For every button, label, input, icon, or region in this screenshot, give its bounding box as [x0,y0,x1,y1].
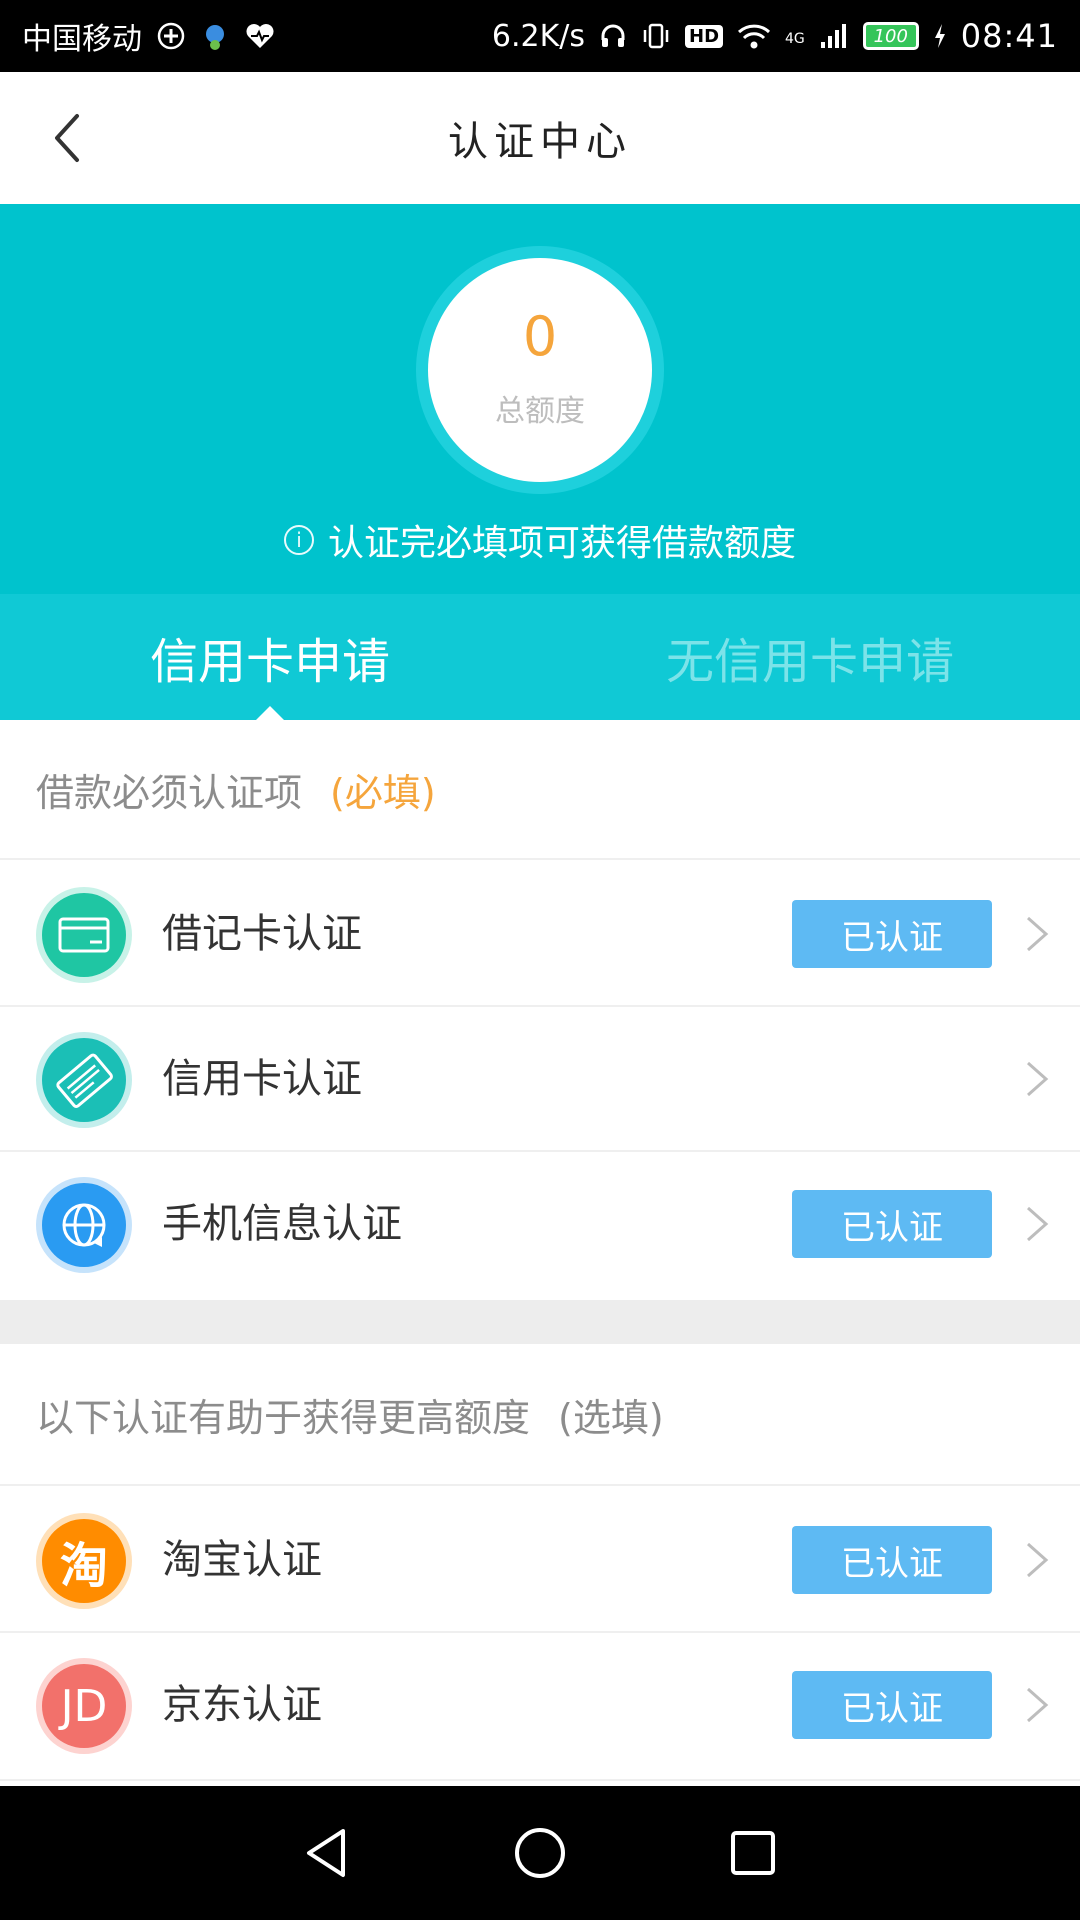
quota-label: 总额度 [495,394,585,429]
jd-icon: JD [36,1658,132,1754]
tab-credit-card-application[interactable]: 信用卡申请 [0,594,540,720]
active-tab-indicator [256,706,284,720]
taobao-icon: 淘 [36,1513,132,1609]
list-item-label: 手机信息认证 [162,1201,402,1247]
quota-hint-text: 认证完必填项可获得借款额度 [327,523,796,564]
chevron-right-icon [1027,1061,1049,1097]
assistant-notification-icon [200,21,230,51]
quota-circle-inner: 0 总额度 [428,258,652,482]
wifi-icon [737,22,771,50]
back-button[interactable] [36,108,96,168]
app-notification-icon [156,21,186,51]
verified-badge: 已认证 [792,1526,992,1594]
list-item-label: 借记卡认证 [162,911,362,957]
chevron-right-icon [1027,1542,1049,1578]
app-header: 认证中心 [0,72,1080,204]
list-item-debit-card-verification[interactable]: 借记卡认证 已认证 [0,862,1080,1007]
hd-badge: HD [685,24,724,48]
chevron-right-icon [1027,916,1049,952]
list-item-label: 京东认证 [162,1682,322,1728]
section-title: 借款必须认证项 [36,770,303,815]
section-divider [0,1300,1080,1344]
credit-card-icon [36,1032,132,1128]
nav-home-button[interactable] [504,1817,576,1889]
health-heart-icon [244,21,276,51]
list-item-label: 信用卡认证 [162,1056,362,1102]
quota-circle: 0 总额度 [416,246,664,494]
clock: 08:41 [960,17,1058,55]
required-section-header: 借款必须认证项 (必填) [0,720,1080,860]
tab-label: 信用卡申请 [149,634,390,690]
required-tag: (必填) [330,770,436,815]
verified-badge: 已认证 [792,1671,992,1739]
list-item-taobao-verification[interactable]: 淘 淘宝认证 已认证 [0,1488,1080,1633]
quota-banner: 0 总额度 i 认证完必填项可获得借款额度 [0,204,1080,594]
debit-card-icon [36,887,132,983]
tab-bar: 信用卡申请 无信用卡申请 [0,594,1080,720]
back-arrow-icon [55,114,79,162]
battery-indicator: 100 [862,22,919,50]
section-title: 以下认证有助于获得更高额度 [36,1395,531,1440]
carrier-name: 中国移动 [22,22,142,57]
nav-back-button[interactable] [291,1817,363,1889]
charging-icon [933,22,947,50]
tab-label: 无信用卡申请 [665,634,954,690]
jd-icon-glyph: JD [60,1680,108,1732]
status-bar-left: 中国移动 [22,14,276,58]
status-bar-right: 6.2K/s HD 4G 100 08:41 [492,17,1058,55]
signal-icon [819,22,849,50]
optional-tag: (选填) [558,1395,664,1440]
circle-home-icon [514,1828,565,1878]
system-navigation-bar [0,1786,1080,1920]
tab-no-credit-card-application[interactable]: 无信用卡申请 [540,594,1080,720]
taobao-icon-glyph: 淘 [59,1538,108,1594]
network-type: 4G [785,31,805,47]
verified-badge: 已认证 [792,900,992,968]
phone-globe-icon [36,1177,132,1273]
info-icon: i [283,525,314,555]
chevron-right-icon [1027,1206,1049,1242]
quota-value: 0 [522,305,558,368]
verified-badge: 已认证 [792,1190,992,1258]
page-title: 认证中心 [448,119,632,165]
headset-icon [599,22,627,50]
optional-section-header: 以下认证有助于获得更高额度 (选填) [0,1344,1080,1486]
network-speed: 6.2K/s [491,18,585,54]
vibrate-icon [641,21,671,51]
list-item-label: 淘宝认证 [162,1537,322,1583]
status-bar: 中国移动 6.2K/s HD 4G 100 08:41 [0,0,1080,72]
list-item-phone-info-verification[interactable]: 手机信息认证 已认证 [0,1152,1080,1300]
quota-hint: i 认证完必填项可获得借款额度 [0,514,1080,566]
triangle-back-icon [306,1829,345,1877]
list-item-credit-card-verification[interactable]: 信用卡认证 [0,1007,1080,1152]
square-recents-icon [731,1831,776,1875]
list-item-jd-verification[interactable]: JD 京东认证 已认证 [0,1633,1080,1781]
chevron-right-icon [1027,1687,1049,1723]
nav-recents-button[interactable] [717,1817,789,1889]
